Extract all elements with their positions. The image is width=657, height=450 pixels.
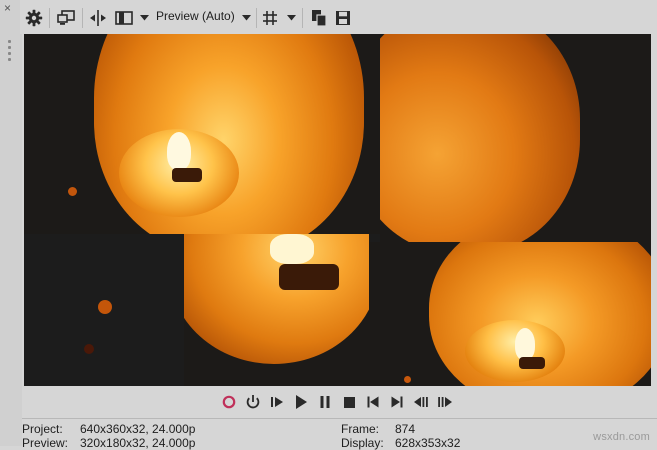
grip-dot xyxy=(8,46,11,49)
flame-shape xyxy=(270,234,314,264)
grid-icon[interactable] xyxy=(260,7,280,29)
preview-quality-dropdown[interactable]: Preview (Auto) xyxy=(156,9,235,23)
split-screen-icon[interactable] xyxy=(88,7,108,29)
play-from-start-button[interactable] xyxy=(267,392,287,412)
go-to-start-button[interactable] xyxy=(363,392,383,412)
toolbar-separator xyxy=(82,8,83,28)
burner-shape xyxy=(279,264,339,290)
left-gutter: × xyxy=(0,0,22,446)
previous-frame-button[interactable] xyxy=(411,392,431,412)
next-frame-button[interactable] xyxy=(435,392,455,412)
pause-button[interactable] xyxy=(315,392,335,412)
loop-playback-button[interactable] xyxy=(243,392,263,412)
overlay-icon[interactable] xyxy=(114,7,134,29)
watermark: wsxdn.com xyxy=(593,431,650,443)
ember-dot xyxy=(404,376,411,383)
play-button[interactable] xyxy=(291,392,311,412)
preview-tile xyxy=(184,234,369,386)
chevron-down-icon[interactable] xyxy=(285,7,297,29)
external-monitor-icon[interactable] xyxy=(55,7,77,29)
flame-shape xyxy=(167,132,191,170)
stop-button[interactable] xyxy=(339,392,359,412)
frame-value: 874 xyxy=(395,422,416,436)
go-to-end-button[interactable] xyxy=(387,392,407,412)
burner-shape xyxy=(519,357,545,369)
project-value: 640x360x32, 24.000p xyxy=(80,422,196,436)
display-value: 628x353x32 xyxy=(395,436,461,450)
preview-tile xyxy=(380,34,651,242)
close-icon[interactable]: × xyxy=(4,2,11,14)
grip-dot xyxy=(8,40,11,43)
status-divider xyxy=(22,418,657,419)
preview-tile xyxy=(369,242,651,386)
toolbar-separator xyxy=(49,8,50,28)
ember-dot xyxy=(84,344,94,354)
lantern-shape xyxy=(380,34,580,242)
flame-shape xyxy=(515,328,535,360)
grip-dot xyxy=(8,58,11,61)
chevron-down-icon[interactable] xyxy=(138,7,150,29)
project-label: Project: xyxy=(22,422,63,436)
lantern-shape xyxy=(94,34,364,234)
gear-icon[interactable] xyxy=(23,7,45,29)
save-snapshot-icon[interactable] xyxy=(333,7,353,29)
chevron-down-icon[interactable] xyxy=(240,7,252,29)
grip-dot xyxy=(8,52,11,55)
preview-value: 320x180x32, 24.000p xyxy=(80,436,196,450)
record-button[interactable] xyxy=(219,392,239,412)
ember-dot xyxy=(98,300,112,314)
preview-toolbar: Preview (Auto) xyxy=(20,0,657,34)
preview-tile xyxy=(24,34,380,234)
toolbar-separator xyxy=(302,8,303,28)
burner-shape xyxy=(172,168,202,182)
video-preview[interactable] xyxy=(24,34,651,386)
frame-label: Frame: xyxy=(341,422,380,436)
preview-label: Preview: xyxy=(22,436,69,450)
transport-bar xyxy=(22,386,657,418)
copy-snapshot-icon[interactable] xyxy=(309,7,329,29)
ember-dot xyxy=(68,187,77,196)
toolbar-separator xyxy=(256,8,257,28)
display-label: Display: xyxy=(341,436,384,450)
